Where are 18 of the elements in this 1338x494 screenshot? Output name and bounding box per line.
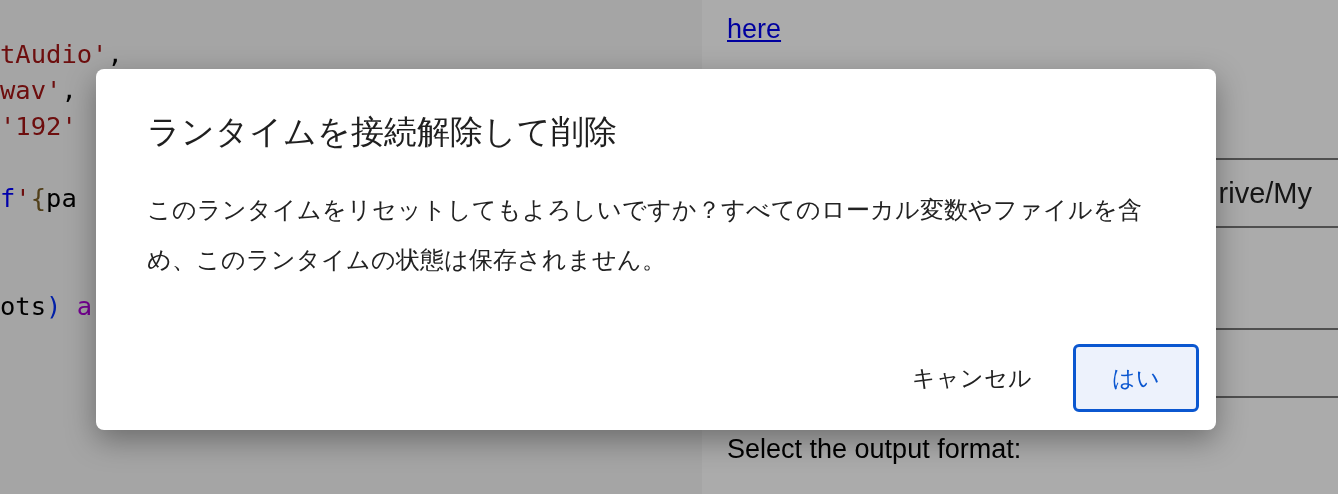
code-token: , [61, 75, 77, 105]
dialog-title: ランタイムを接続解除して削除 [147, 111, 618, 153]
confirm-button[interactable]: はい [1073, 344, 1199, 412]
code-token: f [0, 183, 16, 213]
code-token: { [30, 183, 47, 213]
code-token: ots [0, 291, 47, 321]
code-token: ) [46, 291, 62, 321]
here-link[interactable]: here [727, 14, 782, 44]
cancel-button[interactable]: キャンセル [891, 344, 1053, 412]
code-token: pa [46, 183, 77, 213]
code-token: a [75, 291, 93, 321]
code-token: , [107, 39, 123, 69]
format-label: Select the output format: [727, 434, 1023, 465]
dialog-message: このランタイムをリセットしてもよろしいですか？すべてのローカル変数やファイルを含め、このランタイムの状態は保存されません。 [147, 195, 1143, 276]
code-token: tAudio' [0, 39, 108, 69]
code-token: '192' [0, 111, 77, 141]
code-token: wav' [0, 75, 62, 105]
code-token: ' [15, 183, 31, 213]
